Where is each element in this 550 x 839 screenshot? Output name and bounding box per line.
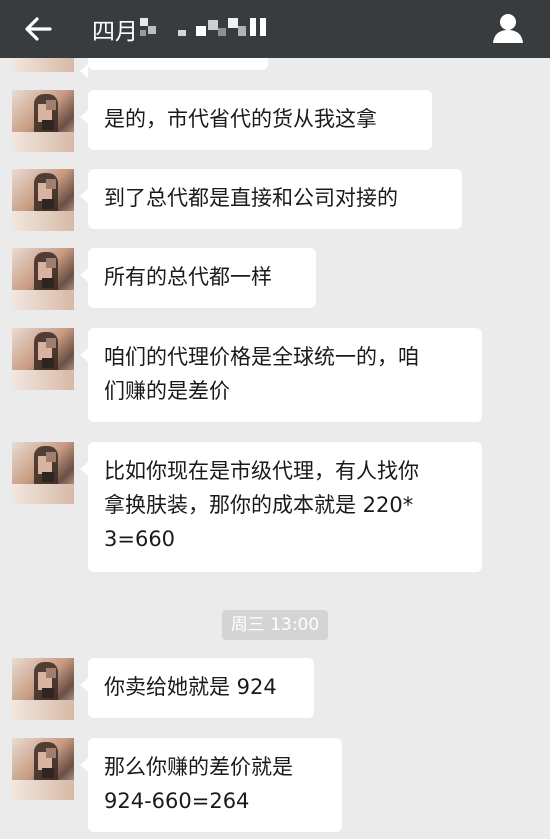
message-text: 拿换肤装，那你的成本就是 220* <box>104 493 414 517</box>
message-bubble[interactable]: 你卖给她就是 924 <box>80 658 314 718</box>
back-arrow-icon[interactable] <box>18 10 58 48</box>
message-text: 3=660 <box>104 527 176 551</box>
avatar[interactable] <box>12 169 74 231</box>
timestamp-label: 周三 13:00 <box>222 610 328 640</box>
message-bubble[interactable]: 到了总代都是直接和公司对接的 <box>80 169 462 229</box>
message-thread: 是的，市代省代的货从我这拿 到了总代都是直接和公司对接的 所有的总代都一样 咱们… <box>0 58 550 839</box>
chat-header: 四月 <box>0 0 550 58</box>
message-text: 924-660=264 <box>104 789 250 813</box>
avatar[interactable] <box>12 442 74 504</box>
name-mosaic <box>140 18 266 36</box>
avatar[interactable] <box>12 738 74 800</box>
message-text: 们赚的是差价 <box>104 379 230 403</box>
avatar[interactable] <box>12 90 74 152</box>
message-bubble[interactable]: 是的，市代省代的货从我这拿 <box>80 90 432 150</box>
message-text: 是的，市代省代的货从我这拿 <box>104 107 377 131</box>
message-bubble[interactable] <box>80 58 268 78</box>
message-text: 所有的总代都一样 <box>104 265 272 289</box>
avatar[interactable] <box>12 248 74 310</box>
profile-icon[interactable] <box>490 11 526 45</box>
message-bubble[interactable]: 比如你现在是市级代理，有人找你 拿换肤装，那你的成本就是 220* 3=660 <box>80 442 482 572</box>
message-bubble[interactable]: 咱们的代理价格是全球统一的，咱 们赚的是差价 <box>80 328 482 422</box>
message-text: 你卖给她就是 924 <box>104 675 277 699</box>
avatar[interactable] <box>12 58 74 72</box>
message-text: 比如你现在是市级代理，有人找你 <box>104 459 419 483</box>
message-text: 到了总代都是直接和公司对接的 <box>104 186 398 210</box>
avatar[interactable] <box>12 658 74 720</box>
chat-title: 四月 <box>92 19 138 45</box>
message-text: 那么你赚的差价就是 <box>104 755 293 779</box>
message-bubble[interactable]: 所有的总代都一样 <box>80 248 316 308</box>
message-bubble[interactable]: 那么你赚的差价就是 924-660=264 <box>80 738 342 832</box>
avatar[interactable] <box>12 328 74 390</box>
message-text: 咱们的代理价格是全球统一的，咱 <box>104 345 419 369</box>
